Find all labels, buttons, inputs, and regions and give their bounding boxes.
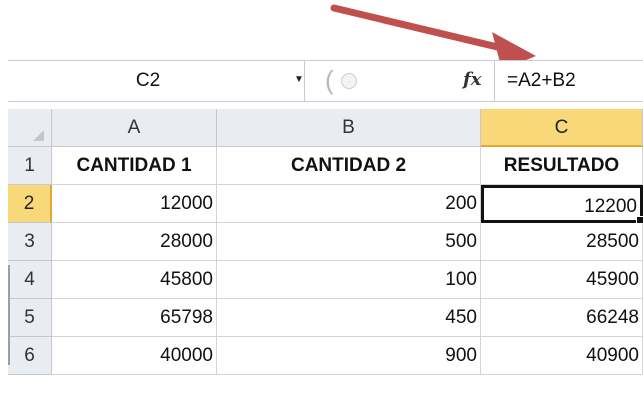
cell-a6[interactable]: 40000 bbox=[52, 337, 217, 375]
separator-icon: ( bbox=[325, 65, 334, 95]
select-all-corner[interactable] bbox=[8, 109, 52, 147]
cell-c3[interactable]: 28500 bbox=[481, 223, 643, 261]
formula-bar: C2 ▼ ( · fx =A2+B2 bbox=[8, 60, 643, 102]
column-header-b[interactable]: B bbox=[217, 109, 481, 147]
name-box[interactable]: C2 ▼ bbox=[8, 61, 305, 101]
row-header-6[interactable]: 6 bbox=[8, 337, 52, 375]
column-header-c[interactable]: C bbox=[481, 109, 643, 147]
cell-c5[interactable]: 66248 bbox=[481, 299, 643, 337]
name-box-value: C2 bbox=[135, 70, 161, 91]
row-header-1[interactable]: 1 bbox=[8, 147, 52, 185]
left-edge-bar bbox=[8, 265, 10, 365]
cell-a1[interactable]: CANTIDAD 1 bbox=[52, 147, 217, 185]
formula-buttons: ( · fx bbox=[315, 61, 497, 101]
row-header-3[interactable]: 3 bbox=[8, 223, 52, 261]
column-header-a[interactable]: A bbox=[52, 109, 217, 147]
spreadsheet-grid: A B C 1 CANTIDAD 1 CANTIDAD 2 RESULTADO … bbox=[8, 109, 643, 394]
cell-a5[interactable]: 65798 bbox=[52, 299, 217, 337]
cell-b3[interactable]: 500 bbox=[217, 223, 481, 261]
cell-c4[interactable]: 45900 bbox=[481, 261, 643, 299]
expand-circle-icon: · bbox=[341, 73, 357, 89]
cell-b5[interactable]: 450 bbox=[217, 299, 481, 337]
cell-a2[interactable]: 12000 bbox=[52, 185, 217, 223]
chevron-down-icon[interactable]: ▼ bbox=[294, 72, 308, 88]
cell-c1[interactable]: RESULTADO bbox=[481, 147, 643, 185]
cell-a3[interactable]: 28000 bbox=[52, 223, 217, 261]
cell-a4[interactable]: 45800 bbox=[52, 261, 217, 299]
formula-input[interactable]: =A2+B2 bbox=[494, 61, 643, 101]
row-header-5[interactable]: 5 bbox=[8, 299, 52, 337]
cell-c2-selected[interactable]: 12200 bbox=[481, 185, 643, 223]
cell-b6[interactable]: 900 bbox=[217, 337, 481, 375]
select-all-icon bbox=[33, 130, 44, 141]
cell-b4[interactable]: 100 bbox=[217, 261, 481, 299]
cell-b2[interactable]: 200 bbox=[217, 185, 481, 223]
insert-function-icon[interactable]: fx bbox=[463, 67, 481, 93]
row-header-2[interactable]: 2 bbox=[8, 185, 52, 223]
cell-c6[interactable]: 40900 bbox=[481, 337, 643, 375]
row-header-4[interactable]: 4 bbox=[8, 261, 52, 299]
cell-b1[interactable]: CANTIDAD 2 bbox=[217, 147, 481, 185]
